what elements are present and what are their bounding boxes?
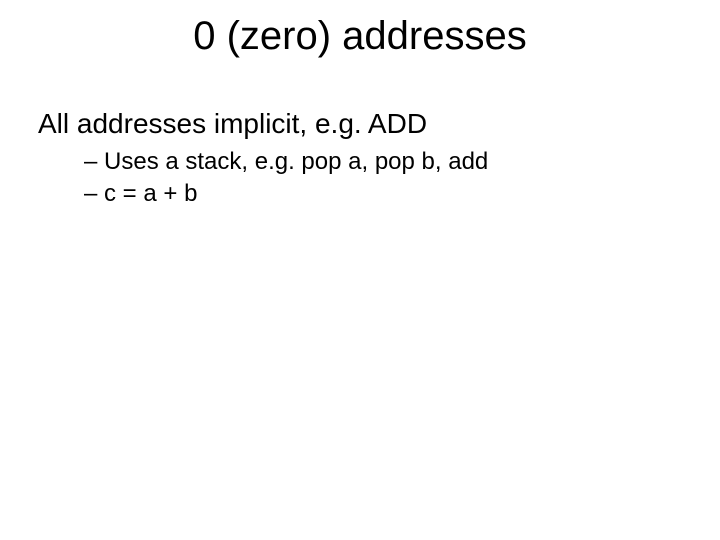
body-bullet-2: c = a + b xyxy=(38,180,682,208)
slide: 0 (zero) addresses All addresses implici… xyxy=(0,0,720,540)
body-bullet-1: Uses a stack, e.g. pop a, pop b, add xyxy=(38,148,682,176)
slide-title: 0 (zero) addresses xyxy=(0,14,720,59)
slide-body: All addresses implicit, e.g. ADD Uses a … xyxy=(38,108,682,212)
body-line-1: All addresses implicit, e.g. ADD xyxy=(38,108,682,140)
